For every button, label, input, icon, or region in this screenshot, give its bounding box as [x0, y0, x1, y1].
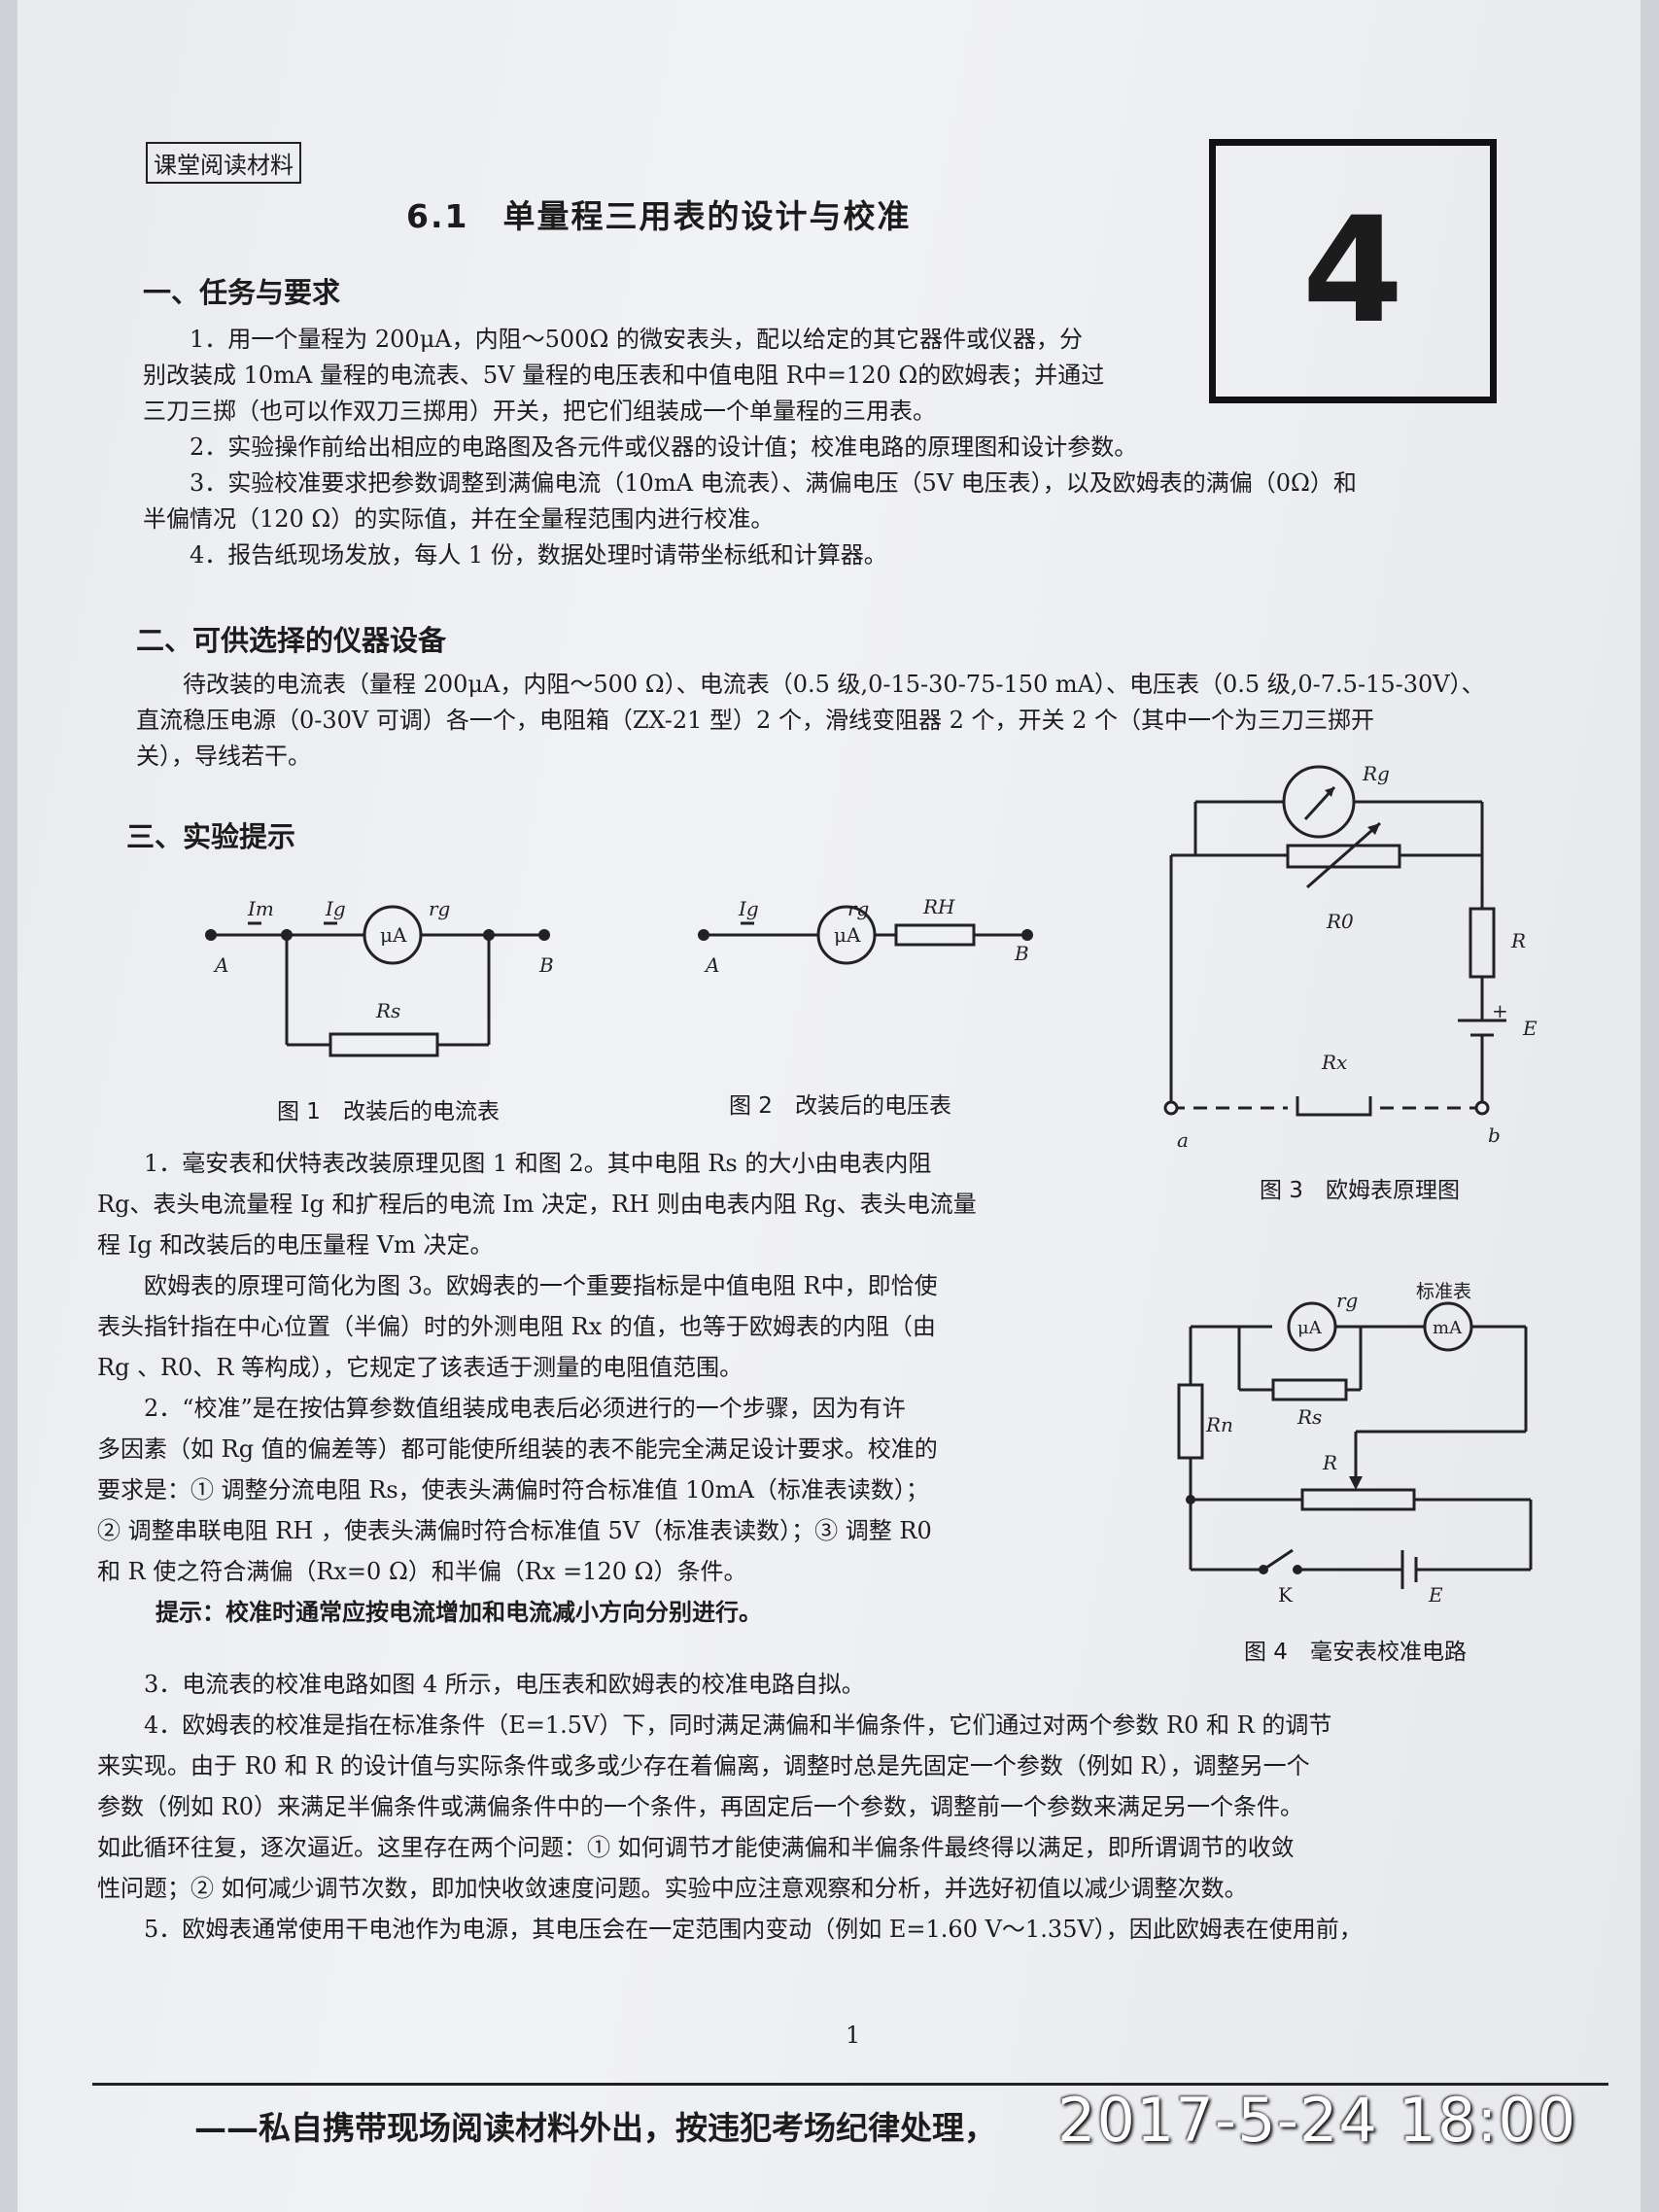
page-number: 1: [846, 2022, 861, 2049]
text-line: 欧姆表的原理可简化为图 3。欧姆表的一个重要指标是中值电阻 R中，即恰使: [97, 1272, 938, 1299]
text-line: Rg、表头电流量程 Ig 和扩程后的电流 Im 决定，RH 则由电表内阻 Rg、…: [97, 1191, 977, 1218]
footer-notice: ——私自携带现场阅读材料外出，按违犯考场纪律处理，: [194, 2109, 996, 2147]
label-plus: +: [1492, 999, 1508, 1022]
label-Rg: Rg: [1362, 762, 1390, 785]
text-line: 三刀三掷（也可以作双刀三掷用）开关，把它们组装成一个单量程的三用表。: [143, 397, 936, 425]
text-line: 2．“校准”是在按估算参数值组装成电表后必须进行的一个步骤，因为有许: [97, 1395, 906, 1422]
hints-continued-paragraph: 3．电流表的校准电路如图 4 所示，电压表和欧姆表的校准电路自拟。 4．欧姆表的…: [97, 1664, 1613, 1950]
text-line: 性问题；② 如何减少调节次数，即加快收敛速度问题。实验中应注意观察和分析，并选好…: [97, 1875, 1248, 1902]
label-K: K: [1278, 1583, 1294, 1607]
label-b: b: [1488, 1123, 1501, 1147]
label-B: B: [538, 953, 554, 977]
label-E: E: [1428, 1583, 1443, 1607]
label-Rs: Rs: [375, 999, 400, 1022]
label-microammeter: μA: [380, 923, 407, 947]
figure-4-calibration-circuit: μA mA rg 标准表 Rn Rs R K E: [1177, 1281, 1533, 1607]
equipment-paragraph: 待改装的电流表（量程 200μA，内阻～500 Ω）、电流表（0.5 级,0-1…: [136, 667, 1485, 775]
label-Rs: Rs: [1296, 1405, 1322, 1429]
text-line: 别改装成 10mA 量程的电流表、5V 量程的电压表和中值电阻 R中=120 Ω…: [143, 362, 1105, 389]
figure-1-caption: 图 1 改装后的电流表: [277, 1099, 500, 1124]
text-line: Rg 、R0、R 等构成），它规定了该表适于测量的电阻值范围。: [97, 1354, 743, 1381]
page-title: 6.1 单量程三用表的设计与校准: [406, 197, 912, 235]
label-rg: rg: [429, 897, 450, 920]
label-Rx: Rx: [1321, 1051, 1347, 1074]
figure-2-voltmeter: Ig rg RH μA A B: [698, 895, 1033, 977]
photo-timestamp: 2017-5-24 18:00: [1057, 2085, 1577, 2156]
section-heading-task: 一、任务与要求: [143, 276, 341, 309]
text-line: ② 调整串联电阻 RH ，使表头满偏时符合标准值 5V（标准表读数）；③ 调整 …: [97, 1517, 932, 1544]
label-R: R: [1322, 1451, 1337, 1474]
text-line: 4．报告纸现场发放，每人 1 份，数据处理时请带坐标纸和计算器。: [143, 541, 887, 569]
text-line: 3．电流表的校准电路如图 4 所示，电压表和欧姆表的校准电路自拟。: [97, 1671, 865, 1698]
label-milliammeter: mA: [1433, 1318, 1463, 1338]
label-standard-meter: 标准表: [1416, 1281, 1471, 1302]
label-Ig: Ig: [738, 897, 759, 920]
figure-3-ohmmeter: Rg R0 R + E Rx a b: [1163, 762, 1538, 1152]
label-A: A: [704, 953, 719, 977]
label-rg: rg: [847, 897, 869, 920]
text-line: 半偏情况（120 Ω）的实际值，并在全量程范围内进行校准。: [143, 505, 775, 533]
text-line: 1．用一个量程为 200μA，内阻～500Ω 的微安表头，配以给定的其它器件或仪…: [143, 326, 1083, 353]
text-line: 3．实验校准要求把参数调整到满偏电流（10mA 电流表）、满偏电压（5V 电压表…: [143, 469, 1357, 497]
text-line: 待改装的电流表（量程 200μA，内阻～500 Ω）、电流表（0.5 级,0-1…: [136, 671, 1485, 698]
section-heading-equipment: 二、可供选择的仪器设备: [136, 624, 447, 657]
text-line: 要求是：① 调整分流电阻 Rs，使表头满偏时符合标准值 10mA（标准表读数）；: [97, 1476, 929, 1503]
text-line: 表头指针指在中心位置（半偏）时的外测电阻 Rx 的值，也等于欧姆表的内阻（由: [97, 1313, 936, 1340]
label-Rn: Rn: [1205, 1413, 1233, 1436]
text-line: 4．欧姆表的校准是指在标准条件（E=1.5V）下，同时满足满偏和半偏条件，它们通…: [97, 1711, 1332, 1739]
label-A: A: [213, 953, 228, 977]
text-line: 如此循环往复，逐次逼近。这里存在两个问题：① 如何调节才能使满偏和半偏条件最终得…: [97, 1834, 1295, 1861]
text-line: 和 R 使之符合满偏（Rx=0 Ω）和半偏（Rx =120 Ω）条件。: [97, 1558, 747, 1585]
section-heading-hints: 三、实验提示: [126, 820, 296, 853]
text-line: 程 Ig 和改装后的电压量程 Vm 决定。: [97, 1231, 494, 1259]
text-line: 直流稳压电源（0-30V 可调）各一个，电阻箱（ZX-21 型）2 个，滑线变阻…: [136, 707, 1375, 734]
text-line: 多因素（如 Rg 值的偏差等）都可能使所组装的表不能完全满足设计要求。校准的: [97, 1435, 938, 1463]
label-microammeter: μA: [1297, 1318, 1323, 1338]
tip-line: 提示：校准时通常应按电流增加和电流减小方向分别进行。: [156, 1599, 762, 1626]
text-line: 参数（例如 R0）来满足半偏条件或满偏条件中的一个条件，再固定后一个参数，调整前…: [97, 1793, 1303, 1820]
label-Im: Im: [247, 897, 274, 920]
label-rg: rg: [1336, 1289, 1358, 1312]
figure-2-caption: 图 2 改装后的电压表: [729, 1093, 951, 1119]
text-line: 来实现。由于 R0 和 R 的设计值与实际条件或多或少存在着偏离，调整时总是先固…: [97, 1752, 1310, 1780]
label-E: E: [1522, 1017, 1538, 1040]
label-a: a: [1177, 1128, 1189, 1152]
label-R: R: [1510, 929, 1526, 952]
label-RH: RH: [922, 895, 955, 918]
reading-material-tag: 课堂阅读材料: [146, 142, 301, 184]
label-R0: R0: [1326, 910, 1354, 933]
text-line: 1．毫安表和伏特表改装原理见图 1 和图 2。其中电阻 Rs 的大小由电表内阻: [97, 1150, 932, 1177]
figure-1-ammeter: Im Ig rg μA A B Rs: [205, 897, 554, 1057]
figure-3-caption: 图 3 欧姆表原理图: [1260, 1178, 1460, 1203]
text-line: 5．欧姆表通常使用干电池作为电源，其电压会在一定范围内变动（例如 E=1.60 …: [97, 1916, 1363, 1943]
task-paragraph: 1．用一个量程为 200μA，内阻～500Ω 的微安表头，配以给定的其它器件或仪…: [143, 322, 1357, 573]
figure-4-caption: 图 4 毫安表校准电路: [1244, 1640, 1467, 1665]
text-line: 2．实验操作前给出相应的电路图及各元件或仪器的设计值；校准电路的原理图和设计参数…: [143, 433, 1138, 461]
label-B: B: [1014, 942, 1029, 965]
label-Ig: Ig: [325, 897, 346, 920]
hints-paragraph: 1．毫安表和伏特表改装原理见图 1 和图 2。其中电阻 Rs 的大小由电表内阻 …: [97, 1143, 1147, 1633]
label-microammeter: μA: [834, 923, 861, 947]
